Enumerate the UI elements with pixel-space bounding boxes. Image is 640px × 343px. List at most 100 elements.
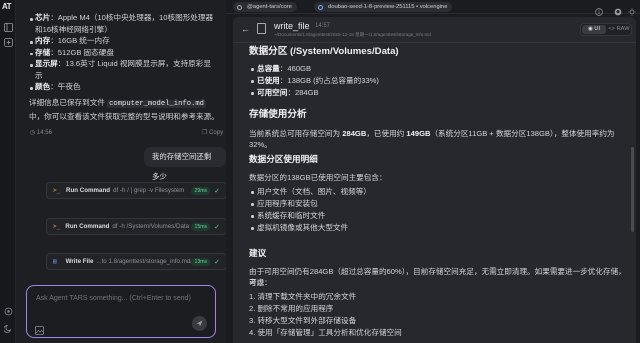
tool-duration-badge: 13ms <box>191 257 211 266</box>
spec-chip-continued: 和16核神经网络引擎） <box>35 24 112 34</box>
item-value: 138GB (约占总容量的33%) <box>287 76 379 85</box>
bullet-dot <box>30 18 33 21</box>
tool-name: Run Command <box>65 223 110 230</box>
copy-button[interactable]: ❐ Copy <box>202 129 223 136</box>
saved-prefix: 详细信息已保存到文件 <box>29 98 105 107</box>
view-ui-button[interactable]: ◉ UI <box>582 25 606 34</box>
terminal-icon: >_ <box>53 223 61 230</box>
bullet-dot <box>251 203 254 206</box>
app-window: AT 芯片：Apple M4（10核中央处理器，10核图形处理器 和16核神经网… <box>0 0 640 343</box>
bullet-dot <box>30 64 33 67</box>
spec-display: 显示屏：13.6英寸 Liquid 视网膜显示屏，支持原彩显 <box>35 59 211 68</box>
detail-item: 系统缓存和临时文件 <box>257 211 326 220</box>
model-chip[interactable]: doubao-seed-1-8-preview-251115 • volceng… <box>314 2 453 12</box>
timestamp-text: 14:56 <box>36 130 52 136</box>
back-arrow-icon[interactable]: ← <box>241 24 250 34</box>
tool-call-write-file[interactable]: ▤ Write File ...to 1.8/agenttest/storage… <box>46 253 226 270</box>
settings-icon[interactable] <box>3 306 13 316</box>
bullet-dot <box>251 68 254 71</box>
left-rail: AT <box>0 0 16 343</box>
sidebar-toggle-icon[interactable] <box>3 22 13 32</box>
chat-input-box[interactable]: Ask Agent TARS something... (Ctrl+Enter … <box>26 285 216 338</box>
workspace-topbar: @agent-tars/core doubao-seed-1-8-preview… <box>226 0 640 16</box>
partition-total: 总容量：460GB <box>257 64 312 73</box>
advice-paragraph-continued: 考虑： <box>249 278 272 287</box>
item-label: 已使用 <box>257 76 280 85</box>
bullet-dot <box>251 92 254 95</box>
analysis-value: 284GB <box>342 129 367 138</box>
bullet-dot <box>30 87 33 90</box>
workspace-panel: @agent-tars/core doubao-seed-1-8-preview… <box>226 0 640 343</box>
bullet-dot <box>251 227 254 230</box>
tool-duration-badge: 15ms <box>191 222 211 231</box>
spec-label: 内存 <box>35 36 51 45</box>
file-preview-card: ← write_file 14:57 ~/Documents/1.8/agent… <box>233 17 636 343</box>
spec-label: 显示屏 <box>35 59 58 68</box>
spec-value: 16GB 统一内存 <box>57 36 110 45</box>
check-icon: ✓ <box>214 258 220 266</box>
send-icon <box>196 320 203 327</box>
tool-name: Write File <box>65 258 94 265</box>
repo-chip[interactable]: @agent-tars/core <box>233 2 297 12</box>
advice-item: 1. 清理下载文件夹中的冗余文件 <box>249 292 357 301</box>
spec-storage: 存储：512GB 固态硬盘 <box>35 47 114 57</box>
view-mode-toggle: ◉ UI <> RAW <box>580 23 632 36</box>
heading-analysis: 存储使用分析 <box>249 109 307 120</box>
tool-args: df -h / | grep -v Filesystem <box>113 187 185 194</box>
heading-partition: 数据分区 (/System/Volumes/Data) <box>249 46 399 57</box>
tool-args: df -h /System/Volumes/Data |... <box>112 223 192 230</box>
spec-color: 颜色：午夜色 <box>35 82 81 91</box>
item-label: 可用空间 <box>257 88 288 97</box>
spec-value: 午夜色 <box>57 82 81 91</box>
advice-item: 4. 使用「存储管理」工具分析和优化存储空间 <box>249 328 402 337</box>
tool-duration-badge: 29ms <box>191 186 211 195</box>
detail-intro: 数据分区的138GB已使用空间主要包含： <box>249 173 387 182</box>
spec-memory: 内存：16GB 统一内存 <box>35 36 110 45</box>
theme-icon[interactable] <box>3 323 13 333</box>
advice-item: 2. 删除不常用的应用程序 <box>249 304 334 313</box>
model-label: doubao-seed-1-8-preview-251115 • volceng… <box>328 4 448 10</box>
file-name: write_file <box>274 21 310 31</box>
scrollbar-thumb[interactable] <box>631 147 634 232</box>
view-raw-button[interactable]: <> RAW <box>607 25 631 34</box>
heading-detail: 数据分区使用明细 <box>249 154 318 164</box>
detail-item: 用户文件（文档、图片、视频等） <box>257 187 371 196</box>
image-attach-icon[interactable] <box>35 322 44 335</box>
analysis-paragraph: 当前系统总可用存储空间为 284GB，已使用约 149GB（系统分区11GB +… <box>249 128 627 150</box>
github-icon[interactable] <box>614 3 622 16</box>
file-path: ~/Documents/1.8/agenttest/2025-12-15 星期一… <box>274 32 431 37</box>
saved-file-code: computer_model_info.md <box>107 100 206 108</box>
spec-value: Apple M4（10核中央处理器，10核图形处理器 <box>57 13 214 22</box>
spec-value: 13.6英寸 Liquid 视网膜显示屏，支持原彩显 <box>65 59 211 68</box>
file-icon: ▤ <box>53 258 57 265</box>
terminal-icon: >_ <box>53 187 61 194</box>
spec-label: 颜色 <box>35 82 51 91</box>
analysis-value: 149GB <box>406 129 431 138</box>
item-value: 284GB <box>294 88 319 97</box>
analysis-text: ，已使用约 <box>366 129 405 138</box>
item-label: 总容量 <box>257 64 280 73</box>
new-chat-icon[interactable] <box>3 37 13 47</box>
file-icon <box>257 23 266 34</box>
repo-label: @agent-tars/core <box>247 4 292 10</box>
file-header: ← write_file 14:57 ~/Documents/1.8/agent… <box>233 17 636 43</box>
bullet-dot <box>251 215 254 218</box>
detail-item: 应用程序和安装包 <box>257 199 318 208</box>
heading-advice: 建议 <box>249 248 267 258</box>
package-icon <box>237 4 242 10</box>
send-button[interactable] <box>192 316 207 331</box>
saved-suffix: 中，你可以查看该文件获取完整的型号说明和参考来源。 <box>29 111 219 121</box>
check-icon: ✓ <box>214 187 220 195</box>
theme-toggle-icon[interactable] <box>628 3 636 16</box>
info-icon[interactable] <box>595 3 603 16</box>
tool-call-run-command-1[interactable]: >_ Run Command df -h / | grep -v Filesys… <box>46 182 226 199</box>
tool-call-run-command-2[interactable]: >_ Run Command df -h /System/Volumes/Dat… <box>46 218 226 235</box>
model-icon <box>318 4 323 10</box>
analysis-text: 当前系统总可用存储空间为 <box>249 129 341 138</box>
check-icon: ✓ <box>214 223 220 231</box>
partition-used: 已使用：138GB (约占总容量的33%) <box>257 76 379 85</box>
tool-name: Run Command <box>66 187 110 194</box>
bullet-dot <box>30 41 33 44</box>
spec-display-continued: 示 <box>35 70 43 80</box>
bullet-dot <box>251 80 254 83</box>
